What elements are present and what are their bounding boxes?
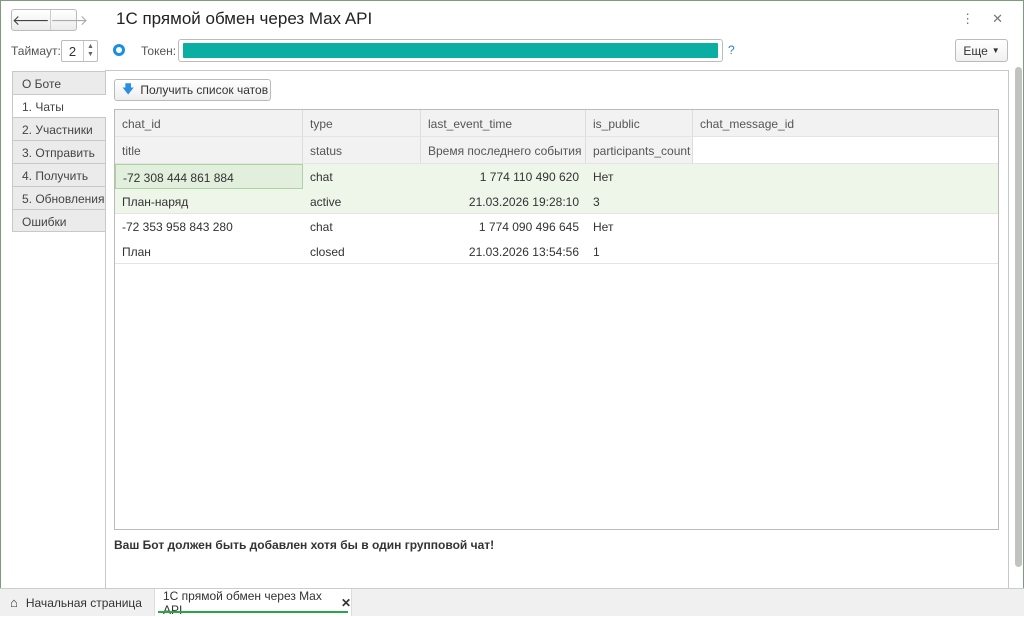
more-button[interactable]: Еще ▼ bbox=[955, 39, 1008, 62]
current-tab-label: 1С прямой обмен через Max API bbox=[163, 588, 322, 617]
info-note: Ваш Бот должен быть добавлен хотя бы в о… bbox=[114, 538, 495, 552]
timeout-value[interactable]: 2 bbox=[62, 41, 83, 61]
cell-type[interactable]: chat bbox=[303, 164, 421, 189]
tab-send[interactable]: 3. Отправить bbox=[12, 140, 106, 163]
dropdown-icon: ▼ bbox=[991, 46, 1000, 55]
col-event-time[interactable]: Время последнего события bbox=[421, 137, 586, 163]
cell-participants[interactable]: 1 bbox=[586, 239, 693, 263]
get-chats-label: Получить список чатов bbox=[140, 83, 269, 97]
table-row-sub[interactable]: План closed 21.03.2026 13:54:56 1 bbox=[115, 239, 998, 264]
timeout-stepper[interactable]: 2 ▲ ▼ bbox=[61, 40, 98, 62]
current-form-tab[interactable]: 1С прямой обмен через Max API ✕ bbox=[154, 588, 352, 617]
tab-about-bot[interactable]: О Боте bbox=[12, 71, 106, 94]
cell-is-public[interactable]: Нет bbox=[586, 164, 693, 189]
home-tab-label: Начальная страница bbox=[25, 595, 142, 610]
cell-status[interactable]: active bbox=[303, 189, 421, 213]
chats-table: chat_id type last_event_time is_public c… bbox=[114, 109, 999, 530]
table-row-sub[interactable]: План-наряд active 21.03.2026 19:28:10 3 bbox=[115, 189, 998, 214]
col-type[interactable]: type bbox=[303, 110, 421, 136]
scrollbar[interactable] bbox=[1014, 57, 1023, 577]
token-masked-value bbox=[183, 43, 718, 58]
home-icon: ⌂ bbox=[10, 595, 18, 610]
tab-updates[interactable]: 5. Обновления bbox=[12, 186, 106, 209]
close-tab-icon[interactable]: ✕ bbox=[341, 596, 351, 610]
bottom-tabbar: ⌂ Начальная страница 1С прямой обмен чер… bbox=[0, 588, 1024, 617]
get-chats-button[interactable]: 🡇 Получить список чатов bbox=[114, 79, 271, 101]
token-label: Токен: bbox=[141, 44, 177, 58]
cell-event-time[interactable]: 21.03.2026 19:28:10 bbox=[421, 189, 586, 213]
tabs: О Боте 1. Чаты 2. Участники 3. Отправить… bbox=[12, 71, 106, 232]
table-row[interactable]: -72 353 958 843 280 chat 1 774 090 496 6… bbox=[115, 214, 998, 239]
home-tab[interactable]: ⌂ Начальная страница bbox=[10, 589, 142, 616]
max-logo-icon bbox=[113, 44, 125, 56]
down-icon[interactable]: ▼ bbox=[87, 51, 94, 59]
cell-status[interactable]: closed bbox=[303, 239, 421, 263]
help-link[interactable]: ? bbox=[728, 43, 735, 57]
forward-arrow-icon[interactable]: 🡒 bbox=[51, 10, 89, 30]
col-is-public[interactable]: is_public bbox=[586, 110, 693, 136]
cell-is-public[interactable]: Нет bbox=[586, 214, 693, 239]
cell-participants[interactable]: 3 bbox=[586, 189, 693, 213]
token-input[interactable] bbox=[178, 39, 723, 62]
header-row-2: title status Время последнего события pa… bbox=[115, 137, 998, 164]
cell-title[interactable]: План bbox=[115, 239, 303, 263]
col-chat-id[interactable]: chat_id bbox=[115, 110, 303, 136]
more-label: Еще bbox=[963, 43, 988, 58]
nav-buttons: 🡐 🡒 bbox=[11, 9, 88, 31]
more-vertical-icon[interactable]: ⋮ bbox=[961, 11, 974, 27]
back-arrow-icon[interactable]: 🡐 bbox=[12, 10, 51, 30]
tab-chats[interactable]: 1. Чаты bbox=[12, 94, 106, 117]
col-status[interactable]: status bbox=[303, 137, 421, 163]
tab-receive[interactable]: 4. Получить bbox=[12, 163, 106, 186]
cell-title[interactable]: План-наряд bbox=[115, 189, 303, 213]
cell-last-event-time[interactable]: 1 774 090 496 645 bbox=[421, 214, 586, 239]
close-icon[interactable]: ✕ bbox=[992, 11, 1003, 27]
tab-errors[interactable]: Ошибки bbox=[12, 209, 106, 232]
cell-event-time[interactable]: 21.03.2026 13:54:56 bbox=[421, 239, 586, 263]
col-participants-count[interactable]: participants_count bbox=[586, 137, 693, 163]
scrollbar-thumb[interactable] bbox=[1015, 67, 1022, 567]
cell-chat-id[interactable]: -72 353 958 843 280 bbox=[115, 214, 303, 239]
cell-type[interactable]: chat bbox=[303, 214, 421, 239]
window-title: 1С прямой обмен через Max API bbox=[116, 9, 373, 28]
col-chat-message-id[interactable]: chat_message_id bbox=[693, 110, 998, 136]
timeout-label: Таймаут: bbox=[11, 44, 61, 58]
up-icon[interactable]: ▲ bbox=[87, 43, 94, 51]
tab-participants[interactable]: 2. Участники bbox=[12, 117, 106, 140]
empty-header bbox=[693, 137, 998, 163]
header-row: chat_id type last_event_time is_public c… bbox=[115, 110, 998, 137]
download-arrow-icon: 🡇 bbox=[122, 81, 135, 96]
cell-chat-id[interactable]: -72 308 444 861 884 bbox=[115, 164, 303, 189]
cell-last-event-time[interactable]: 1 774 110 490 620 bbox=[421, 164, 586, 189]
form-window: 🡐 🡒 1С прямой обмен через Max API ⋮ ✕ Та… bbox=[0, 0, 1024, 590]
col-title[interactable]: title bbox=[115, 137, 303, 163]
table-row[interactable]: -72 308 444 861 884 chat 1 774 110 490 6… bbox=[115, 164, 998, 189]
col-last-event-time[interactable]: last_event_time bbox=[421, 110, 586, 136]
